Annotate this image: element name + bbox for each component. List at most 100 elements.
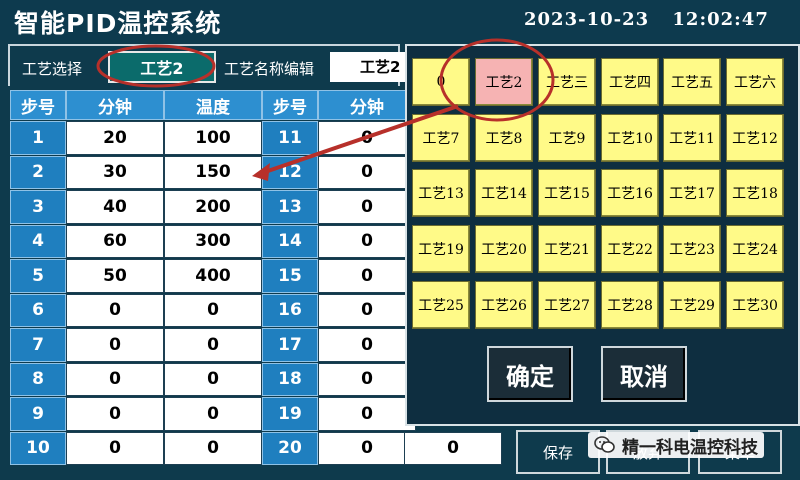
step-number: 5: [10, 259, 66, 293]
step-number: 6: [10, 293, 66, 327]
step-number: 9: [10, 397, 66, 431]
minutes-cell[interactable]: 0: [318, 155, 416, 189]
step-number: 12: [262, 155, 318, 189]
step-number: 19: [262, 397, 318, 431]
wechat-icon: [594, 436, 616, 454]
temp-cell[interactable]: 300: [164, 224, 262, 258]
recipe-button[interactable]: 工艺24: [726, 225, 784, 273]
recipe-button[interactable]: 工艺六: [726, 58, 784, 106]
step-number: 14: [262, 224, 318, 258]
minutes-cell[interactable]: 0: [318, 431, 416, 465]
minutes-cell[interactable]: 0: [318, 397, 416, 431]
step-number: 3: [10, 190, 66, 224]
minutes-cell[interactable]: 0: [66, 293, 164, 327]
step-number: 1: [10, 121, 66, 155]
temp-cell[interactable]: 200: [164, 190, 262, 224]
recipe-button[interactable]: 工艺15: [538, 169, 596, 217]
step-number: 18: [262, 362, 318, 396]
temp-cell[interactable]: 0: [404, 431, 502, 465]
watermark-text: 精一科电温控科技: [622, 437, 758, 458]
recipe-button[interactable]: 工艺7: [412, 114, 470, 162]
minutes-cell[interactable]: 0: [318, 190, 416, 224]
minutes-cell[interactable]: 60: [66, 224, 164, 258]
column-header: 步号: [10, 90, 66, 120]
confirm-button[interactable]: 确定: [487, 346, 573, 402]
recipe-picker-popup: 确定 取消 0 工艺2 工艺三 工艺四 工艺五 工艺六 工艺7 工艺8 工艺9 工艺10 工艺11 工…: [405, 44, 800, 426]
recipe-button[interactable]: 0: [412, 58, 470, 106]
recipe-button[interactable]: 工艺10: [601, 114, 659, 162]
column-header: 温度: [164, 90, 262, 120]
step-number: 2: [10, 155, 66, 189]
minutes-cell[interactable]: 0: [318, 224, 416, 258]
step-number: 20: [262, 431, 318, 465]
minutes-cell[interactable]: 20: [66, 121, 164, 155]
recipe-select-field[interactable]: 工艺2: [108, 51, 216, 83]
step-number: 7: [10, 328, 66, 362]
minutes-cell[interactable]: 0: [66, 431, 164, 465]
recipe-button[interactable]: 工艺18: [726, 169, 784, 217]
recipe-button[interactable]: 工艺8: [475, 114, 533, 162]
recipe-button[interactable]: 工艺11: [663, 114, 721, 162]
recipe-bar: 工艺选择 工艺2 工艺名称编辑 工艺2: [8, 44, 414, 86]
recipe-button[interactable]: 工艺27: [538, 281, 596, 329]
recipe-select-label: 工艺选择: [22, 60, 83, 78]
minutes-cell[interactable]: 0: [66, 328, 164, 362]
step-table: 步号 分钟 温度 步号 分钟 1 20 100 2 30 150 3 40 200 4 60 300 5 50 400…: [10, 90, 416, 480]
step-number: 17: [262, 328, 318, 362]
recipe-button[interactable]: 工艺19: [412, 225, 470, 273]
recipe-button[interactable]: 工艺16: [601, 169, 659, 217]
step-number: 4: [10, 224, 66, 258]
recipe-button[interactable]: 工艺17: [663, 169, 721, 217]
minutes-cell[interactable]: 0: [318, 362, 416, 396]
recipe-button[interactable]: 工艺23: [663, 225, 721, 273]
minutes-cell[interactable]: 50: [66, 259, 164, 293]
app-title: 智能PID温控系统: [14, 9, 222, 38]
step-number: 10: [10, 431, 66, 465]
temp-cell[interactable]: 0: [164, 328, 262, 362]
temp-cell[interactable]: 150: [164, 155, 262, 189]
temp-cell[interactable]: 0: [164, 362, 262, 396]
recipe-button[interactable]: 工艺28: [601, 281, 659, 329]
minutes-cell[interactable]: 30: [66, 155, 164, 189]
temp-cell[interactable]: 100: [164, 121, 262, 155]
temp-cell[interactable]: 0: [164, 293, 262, 327]
minutes-cell[interactable]: 0: [318, 259, 416, 293]
minutes-cell[interactable]: 0: [318, 293, 416, 327]
cancel-button[interactable]: 取消: [601, 346, 687, 402]
step-number: 13: [262, 190, 318, 224]
watermark: 精一科电温控科技: [588, 432, 764, 458]
recipe-button[interactable]: 工艺四: [601, 58, 659, 106]
column-header: 分钟: [318, 90, 416, 120]
recipe-button[interactable]: 工艺22: [601, 225, 659, 273]
recipe-button[interactable]: 工艺12: [726, 114, 784, 162]
temp-cell[interactable]: 400: [164, 259, 262, 293]
step-number: 8: [10, 362, 66, 396]
temp-cell[interactable]: 0: [164, 397, 262, 431]
title-bar: 智能PID温控系统 2023-10-23 12:02:47: [0, 0, 800, 40]
recipe-button[interactable]: 工艺25: [412, 281, 470, 329]
recipe-button[interactable]: 工艺五: [663, 58, 721, 106]
minutes-cell[interactable]: 0: [66, 397, 164, 431]
recipe-button[interactable]: 工艺2: [475, 58, 533, 106]
column-header: 分钟: [66, 90, 164, 120]
datetime-display: 2023-10-23 12:02:47: [524, 9, 769, 30]
step-number: 11: [262, 121, 318, 155]
minutes-cell[interactable]: 40: [66, 190, 164, 224]
step-number: 15: [262, 259, 318, 293]
recipe-button[interactable]: 工艺14: [475, 169, 533, 217]
recipe-button[interactable]: 工艺20: [475, 225, 533, 273]
recipe-button[interactable]: 工艺9: [538, 114, 596, 162]
recipe-button[interactable]: 工艺三: [538, 58, 596, 106]
recipe-name-label: 工艺名称编辑: [224, 60, 315, 78]
recipe-button[interactable]: 工艺30: [726, 281, 784, 329]
temp-cell[interactable]: 0: [164, 431, 262, 465]
recipe-button[interactable]: 工艺26: [475, 281, 533, 329]
recipe-button[interactable]: 工艺13: [412, 169, 470, 217]
minutes-cell[interactable]: 0: [66, 362, 164, 396]
column-header: 步号: [262, 90, 318, 120]
minutes-cell[interactable]: 0: [318, 328, 416, 362]
minutes-cell[interactable]: 0: [318, 121, 416, 155]
recipe-button[interactable]: 工艺21: [538, 225, 596, 273]
recipe-button[interactable]: 工艺29: [663, 281, 721, 329]
recipe-name-input[interactable]: 工艺2: [330, 52, 414, 82]
